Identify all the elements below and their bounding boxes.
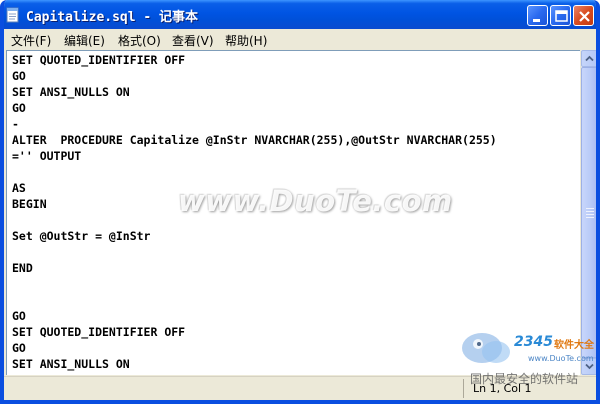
title-bar[interactable]: Capitalize.sql - 记事本 <box>4 0 596 29</box>
menu-format[interactable]: 格式(O) <box>118 32 161 49</box>
thumb-grip <box>586 217 594 218</box>
notepad-icon <box>6 7 19 23</box>
arrow-up-icon <box>585 55 594 62</box>
site-logo-badge: 2345 软件大全 www.DuoTe.com 国内最安全的软件站 <box>458 326 600 388</box>
scroll-thumb[interactable] <box>581 67 596 358</box>
minimize-button[interactable] <box>527 5 548 26</box>
menu-view[interactable]: 查看(V) <box>172 32 214 49</box>
editor-line: SET ANSI_NULLS ON <box>12 85 130 99</box>
editor-line: END <box>12 261 33 275</box>
editor-line: AS <box>12 181 26 195</box>
menu-bar: 文件(F) 编辑(E) 格式(O) 查看(V) 帮助(H) <box>4 29 596 49</box>
menu-edit[interactable]: 编辑(E) <box>64 32 105 49</box>
editor-line: GO <box>12 101 26 115</box>
maximize-icon <box>555 10 568 22</box>
minimize-icon <box>533 19 540 22</box>
close-button[interactable] <box>573 5 594 26</box>
editor-line: ='' OUTPUT <box>12 149 82 163</box>
watermark-text: www.DuoTe.com <box>178 184 453 218</box>
editor-line: GO <box>12 341 26 355</box>
editor-line: GO <box>12 309 26 323</box>
editor-line: BEGIN <box>12 197 47 211</box>
thumb-grip <box>586 208 594 209</box>
editor-line: - <box>12 117 19 131</box>
cloud-logo-icon <box>462 333 510 363</box>
logo-url: www.DuoTe.com <box>528 354 594 363</box>
editor-line: Set @OutStr = @InStr <box>12 229 151 243</box>
window-title: Capitalize.sql - 记事本 <box>26 10 199 25</box>
editor-line: SET QUOTED_IDENTIFIER OFF <box>12 325 186 339</box>
logo-number: 2345 <box>514 334 553 350</box>
thumb-grip <box>586 214 594 215</box>
editor-line: SET ANSI_NULLS ON <box>12 357 130 371</box>
scroll-up-button[interactable] <box>581 50 596 67</box>
menu-help[interactable]: 帮助(H) <box>225 32 267 49</box>
thumb-grip <box>586 211 594 212</box>
close-icon <box>579 11 590 22</box>
editor-line: GO <box>12 69 26 83</box>
editor-line: SET QUOTED_IDENTIFIER OFF <box>12 53 186 67</box>
logo-brand: 软件大全 <box>554 340 594 351</box>
menu-file[interactable]: 文件(F) <box>11 32 51 49</box>
logo-slogan: 国内最安全的软件站 <box>470 372 579 386</box>
editor-line: ALTER PROCEDURE Capitalize @InStr NVARCH… <box>12 133 497 147</box>
maximize-button[interactable] <box>550 5 571 26</box>
